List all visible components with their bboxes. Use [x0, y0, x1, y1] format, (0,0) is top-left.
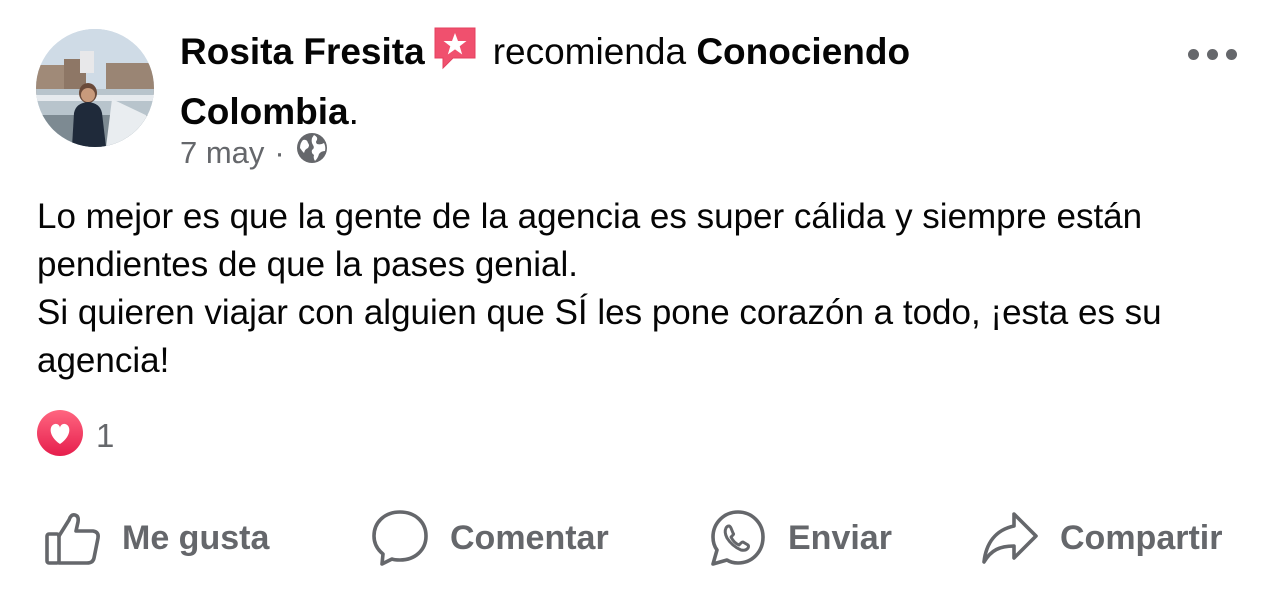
globe-icon — [295, 131, 329, 175]
post-date[interactable]: 7 may — [180, 133, 264, 173]
send-label: Enviar — [788, 518, 892, 557]
thumbs-up-icon — [44, 509, 102, 567]
post-text: Lo mejor es que la gente de la agencia e… — [37, 193, 1247, 385]
comment-button[interactable]: Comentar — [370, 505, 609, 571]
post-meta: 7 may · — [180, 131, 329, 175]
action-bar: Me gusta Comentar Enviar Compartir — [0, 505, 1280, 571]
more-dot — [1226, 49, 1237, 60]
share-label: Compartir — [1060, 518, 1223, 557]
send-button[interactable]: Enviar — [708, 505, 892, 571]
post-paragraph: Si quieren viajar con alguien que SÍ les… — [37, 293, 1162, 380]
comment-icon — [370, 508, 430, 568]
header-period: . — [348, 91, 359, 132]
share-arrow-icon — [980, 508, 1040, 568]
heart-reaction-icon — [36, 409, 84, 462]
like-label: Me gusta — [122, 518, 270, 557]
more-options-button[interactable] — [1188, 49, 1237, 60]
reaction-count: 1 — [96, 416, 115, 454]
recommends-text: recomienda — [492, 31, 687, 72]
post-header: Rosita Fresita recomienda Conociendo Col… — [180, 24, 1060, 138]
comment-label: Comentar — [450, 518, 609, 557]
whatsapp-icon — [708, 508, 768, 568]
author-name[interactable]: Rosita Fresita — [180, 31, 425, 72]
meta-separator: · — [274, 135, 285, 170]
more-dot — [1188, 49, 1199, 60]
author-avatar[interactable] — [36, 29, 154, 147]
post-paragraph: Lo mejor es que la gente de la agencia e… — [37, 197, 1143, 284]
star-speech-bubble-icon — [431, 24, 479, 86]
more-dot — [1207, 49, 1218, 60]
like-button[interactable]: Me gusta — [44, 505, 269, 571]
share-button[interactable]: Compartir — [980, 505, 1222, 571]
reaction-summary[interactable]: 1 — [36, 409, 114, 462]
avatar-photo — [36, 29, 154, 147]
